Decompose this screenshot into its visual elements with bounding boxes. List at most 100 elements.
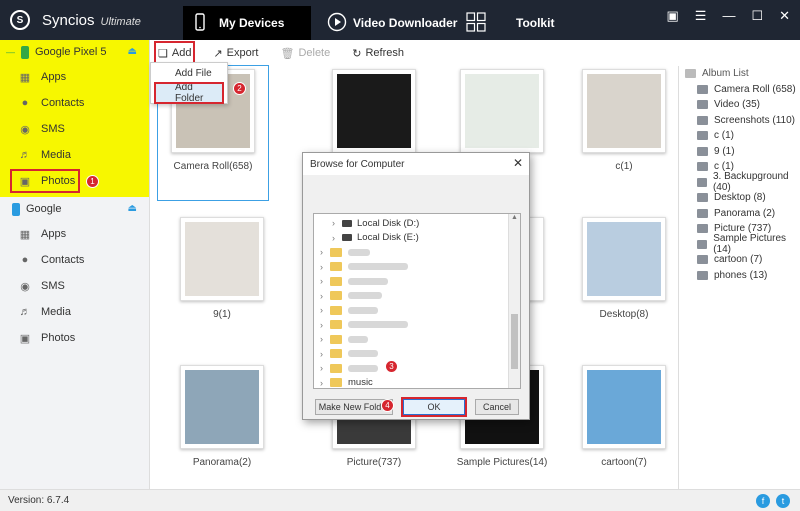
- scrollbar-thumb[interactable]: [511, 314, 518, 369]
- menu-item-add-file[interactable]: Add File: [151, 63, 227, 83]
- photo-preview: [465, 74, 539, 148]
- sidebar-item-media[interactable]: ♬ Media: [0, 142, 149, 168]
- tree-node[interactable]: ›: [314, 274, 520, 289]
- expand-arrow-icon[interactable]: ›: [320, 276, 330, 286]
- tree-node[interactable]: ›: [314, 245, 520, 260]
- facebook-icon[interactable]: f: [756, 494, 770, 508]
- grid-icon: [466, 11, 486, 35]
- album-list-item[interactable]: Panorama (2): [679, 206, 800, 222]
- expand-arrow-icon[interactable]: ›: [332, 218, 342, 228]
- sidebar-item-contacts[interactable]: ● Contacts: [0, 90, 149, 116]
- device-google[interactable]: Google ⏏: [0, 197, 149, 221]
- tree-node[interactable]: ›: [314, 303, 520, 318]
- export-button[interactable]: ↗ Export: [211, 43, 260, 63]
- step-badge-4: 4: [381, 399, 394, 412]
- maximize-icon[interactable]: ☐: [751, 8, 763, 24]
- album-list-item[interactable]: Camera Roll (658): [679, 82, 800, 98]
- album-label: c(1): [615, 161, 633, 172]
- tree-node[interactable]: ›: [314, 318, 520, 333]
- chat-icon[interactable]: ▣: [666, 8, 678, 24]
- album-list-item[interactable]: 9 (1): [679, 144, 800, 160]
- add-button[interactable]: ❏ Add: [153, 41, 196, 65]
- sidebar-item-photos[interactable]: ▣ Photos: [0, 168, 149, 194]
- phone-icon: [195, 12, 205, 34]
- redacted-label: [348, 335, 368, 343]
- collapse-icon[interactable]: —: [6, 47, 15, 57]
- album-label: Sample Pictures(14): [456, 457, 548, 468]
- album-label: Picture(737): [346, 457, 402, 468]
- ok-button[interactable]: OK: [401, 397, 467, 417]
- expand-arrow-icon[interactable]: ›: [320, 349, 330, 359]
- menu-icon[interactable]: ☰: [695, 8, 707, 24]
- tree-node[interactable]: › Local Disk (D:): [314, 216, 520, 231]
- twitter-icon[interactable]: t: [776, 494, 790, 508]
- step-badge-2: 2: [233, 82, 246, 95]
- title-bar: S Syncios Ultimate My Devices Video Downl…: [0, 0, 800, 40]
- album-list-label: cartoon (7): [714, 254, 763, 266]
- album-thumbnail[interactable]: Desktop(8): [560, 214, 688, 348]
- scroll-up-icon[interactable]: ▲: [509, 214, 520, 221]
- sidebar-item-sms[interactable]: ◉ SMS: [0, 116, 149, 142]
- tree-node[interactable]: ›: [314, 361, 520, 376]
- eject-icon[interactable]: ⏏: [128, 46, 137, 57]
- tree-node[interactable]: ›: [314, 289, 520, 304]
- tab-toolkit[interactable]: Toolkit: [466, 6, 566, 40]
- step-badge-3: 3: [385, 360, 398, 373]
- close-icon[interactable]: ✕: [779, 8, 790, 24]
- album-icon: [697, 131, 708, 141]
- sidebar-item-apps[interactable]: ▦ Apps: [0, 221, 149, 247]
- refresh-button[interactable]: ↻ Refresh: [350, 43, 406, 63]
- delete-button[interactable]: 🗑 Delete: [278, 43, 332, 63]
- device-group-pixel5: — Google Pixel 5 ⏏ ▦ Apps ● Contacts ◉ SMS …: [0, 40, 149, 197]
- expand-arrow-icon[interactable]: ›: [320, 262, 330, 272]
- album-list-panel: Album List Camera Roll (658) Video (35) Sc…: [678, 66, 800, 489]
- tree-node[interactable]: ›: [314, 260, 520, 275]
- tree-scrollbar[interactable]: ▲: [508, 214, 520, 388]
- tree-node[interactable]: › Local Disk (E:): [314, 231, 520, 246]
- album-list-label: Desktop (8): [714, 192, 766, 204]
- album-thumbnail[interactable]: 9(1): [158, 214, 286, 348]
- expand-arrow-icon[interactable]: ›: [320, 291, 330, 301]
- thumbnail-image: [180, 217, 264, 301]
- close-icon[interactable]: ✕: [513, 156, 523, 170]
- album-label: Desktop(8): [599, 309, 649, 320]
- tree-node[interactable]: › music: [314, 376, 520, 388]
- status-bar: Version: 6.7.4 f t: [0, 489, 800, 511]
- eject-icon[interactable]: ⏏: [128, 203, 137, 214]
- album-list-item[interactable]: Screenshots (110): [679, 113, 800, 129]
- sidebar-item-contacts[interactable]: ● Contacts: [0, 247, 149, 273]
- album-thumbnail[interactable]: Panorama(2): [158, 362, 286, 496]
- sidebar-item-media[interactable]: ♬ Media: [0, 299, 149, 325]
- album-list-item[interactable]: phones (13): [679, 268, 800, 284]
- sidebar-item-apps[interactable]: ▦ Apps: [0, 64, 149, 90]
- tab-my-devices[interactable]: My Devices: [183, 6, 311, 40]
- device-google-pixel-5[interactable]: — Google Pixel 5 ⏏: [0, 40, 149, 64]
- minimize-icon[interactable]: —: [722, 8, 735, 24]
- album-list-item[interactable]: c (1): [679, 128, 800, 144]
- expand-arrow-icon[interactable]: ›: [320, 320, 330, 330]
- album-list-item[interactable]: Sample Pictures (14): [679, 233, 800, 255]
- phone-icon: [21, 45, 29, 59]
- sidebar-item-sms[interactable]: ◉ SMS: [0, 273, 149, 299]
- folder-icon: [330, 334, 342, 344]
- expand-arrow-icon[interactable]: ›: [320, 247, 330, 257]
- tree-node[interactable]: ›: [314, 332, 520, 347]
- expand-arrow-icon[interactable]: ›: [320, 334, 330, 344]
- phone-icon: [12, 202, 20, 216]
- expand-arrow-icon[interactable]: ›: [320, 378, 330, 388]
- album-list-item[interactable]: 3. Backupground (40): [679, 171, 800, 193]
- tab-video-downloader[interactable]: Video Downloader: [327, 6, 477, 40]
- album-list-label: Panorama (2): [714, 207, 776, 219]
- expand-arrow-icon[interactable]: ›: [332, 233, 342, 243]
- tree-node[interactable]: ›: [314, 347, 520, 362]
- album-thumbnail[interactable]: c(1): [560, 66, 688, 200]
- folder-icon: [330, 305, 342, 315]
- expand-arrow-icon[interactable]: ›: [320, 305, 330, 315]
- menu-item-add-folder[interactable]: Add Folder: [154, 82, 224, 104]
- folder-icon: [330, 276, 342, 286]
- album-thumbnail[interactable]: cartoon(7): [560, 362, 688, 496]
- expand-arrow-icon[interactable]: ›: [320, 363, 330, 373]
- cancel-button[interactable]: Cancel: [475, 399, 519, 415]
- album-list-item[interactable]: Video (35): [679, 97, 800, 113]
- sidebar-item-photos[interactable]: ▣ Photos: [0, 325, 149, 351]
